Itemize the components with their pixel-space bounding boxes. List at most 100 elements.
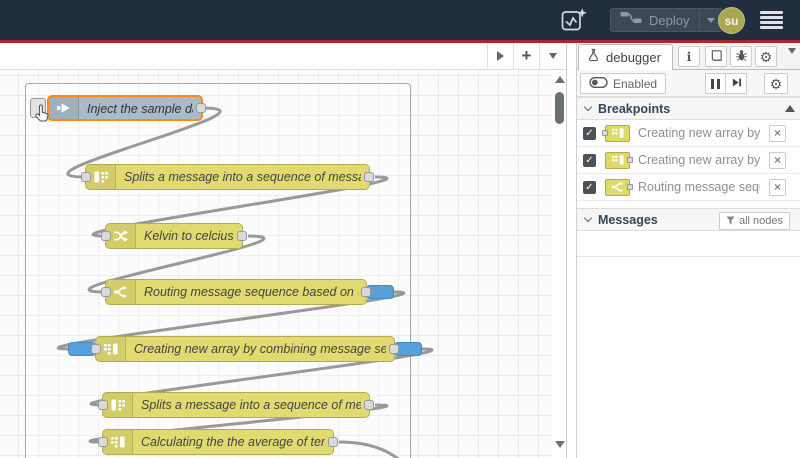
tab-help-button[interactable] — [705, 46, 727, 67]
flow-canvas[interactable]: Inject the sample data Splits a message … — [0, 70, 552, 458]
node-switch[interactable]: Routing message sequence based on condit… — [101, 279, 394, 305]
cursor-hand-icon — [33, 104, 50, 128]
breakpoint-row[interactable]: ✓ Creating new array by combining messag… — [577, 147, 800, 174]
breakpoint-row[interactable]: ✓ Creating new array by combining messag… — [577, 120, 800, 147]
gear-icon: ⚙ — [759, 48, 773, 65]
node-label: Routing message sequence based on condit… — [144, 285, 358, 299]
node-split[interactable]: Splits a message into a sequence of mess… — [98, 392, 374, 418]
input-port[interactable] — [98, 437, 108, 447]
breakpoint-checkbox[interactable]: ✓ — [583, 126, 596, 140]
breakpoints-section-header[interactable]: Breakpoints — [577, 97, 800, 120]
node-change[interactable]: Kelvin to celcius — [101, 223, 247, 249]
scroll-up-arrow[interactable] — [555, 76, 565, 83]
pause-icon — [711, 78, 720, 89]
book-icon — [710, 49, 723, 65]
enabled-label: Enabled — [613, 76, 658, 91]
gear-icon: ⚙ — [769, 75, 783, 92]
deploy-label: Deploy — [649, 12, 690, 28]
node-join-average[interactable]: Calculating the the average of temperatu… — [98, 429, 338, 455]
chevron-down-icon — [583, 213, 593, 223]
messages-empty-area — [577, 231, 800, 257]
flow-list-button[interactable] — [539, 43, 565, 69]
node-label: Creating new array by combining message … — [134, 342, 386, 356]
main-header: Deploy su — [0, 0, 800, 40]
plus-icon: + — [521, 45, 532, 65]
messages-section-header[interactable]: Messages all nodes — [577, 208, 800, 231]
output-port[interactable] — [364, 172, 374, 182]
sidebar-scroll-up-arrow[interactable] — [785, 105, 795, 112]
sidebar-splitter[interactable] — [566, 43, 577, 458]
node-split[interactable]: Splits a message into a sequence of mess… — [81, 164, 374, 190]
info-icon: i — [686, 49, 692, 64]
breakpoint-label: Creating new array by combining message … — [638, 126, 760, 140]
output-port[interactable] — [361, 287, 371, 297]
switch-node-icon — [605, 178, 633, 196]
add-flow-button[interactable]: + — [513, 43, 539, 69]
tab-config-button[interactable]: ⚙ — [755, 46, 777, 67]
tab-debug-button[interactable] — [730, 46, 752, 67]
main-menu-button[interactable] — [760, 11, 783, 29]
tab-debugger[interactable]: debugger — [578, 44, 673, 70]
step-button[interactable] — [726, 73, 747, 94]
input-port[interactable] — [101, 287, 111, 297]
step-icon — [731, 75, 742, 93]
flask-icon — [587, 48, 600, 67]
arrow-right-icon — [497, 51, 504, 61]
join-node-icon — [602, 124, 630, 142]
chevron-down-icon — [788, 48, 796, 71]
input-port[interactable] — [101, 231, 111, 241]
output-port[interactable] — [196, 103, 206, 113]
node-label: Calculating the the average of temperatu… — [141, 435, 325, 449]
node-join[interactable]: Creating new array by combining message … — [68, 336, 422, 362]
input-port[interactable] — [81, 172, 91, 182]
remove-breakpoint-button[interactable]: × — [769, 152, 786, 169]
user-avatar[interactable]: su — [718, 7, 745, 34]
scroll-down-arrow[interactable] — [555, 441, 565, 448]
breakpoints-title: Breakpoints — [598, 101, 671, 116]
messages-title: Messages — [598, 212, 658, 227]
debugger-enabled-toggle[interactable]: Enabled — [580, 73, 667, 94]
remove-breakpoint-button[interactable]: × — [769, 179, 786, 196]
inject-icon — [49, 97, 79, 119]
breakpoint-label: Creating new array by combining message … — [638, 153, 760, 167]
node-red-app: Deploy su + Inject the sample d Splits a… — [0, 0, 800, 458]
tab-info-button[interactable]: i — [678, 46, 700, 67]
debugger-toolbar: Enabled ⚙ — [577, 70, 800, 97]
breakpoint-row[interactable]: ✓ Routing message sequence based on cond… — [577, 174, 800, 201]
hamburger-icon — [760, 11, 783, 14]
bug-icon — [735, 49, 748, 65]
wire[interactable] — [338, 440, 423, 458]
tab-scroll-right-button[interactable] — [487, 43, 513, 69]
breakpoint-checkbox[interactable]: ✓ — [583, 153, 596, 167]
ai-assistant-icon[interactable] — [560, 7, 588, 34]
node-label: Splits a message into a sequence of mess… — [124, 170, 361, 184]
canvas-scrollbar — [552, 70, 566, 458]
workspace-tabbar: + — [0, 43, 566, 70]
funnel-icon — [726, 212, 735, 230]
sidebar: debugger i ⚙ Enabled ⚙ Breakpoints ✓ Cre… — [577, 43, 800, 458]
sidebar-tabbar: debugger i ⚙ — [577, 43, 800, 71]
breakpoint-label: Routing message sequence based on condit… — [638, 180, 760, 194]
input-port[interactable] — [91, 344, 101, 354]
message-filter-button[interactable]: all nodes — [718, 211, 790, 230]
node-label: Splits a message into a sequence of mess… — [141, 398, 361, 412]
output-port[interactable] — [237, 231, 247, 241]
node-label: Kelvin to celcius — [144, 229, 234, 243]
input-port[interactable] — [98, 400, 108, 410]
deploy-button[interactable]: Deploy — [610, 8, 724, 32]
node-label: Inject the sample data — [87, 102, 193, 116]
tab-debugger-label: debugger — [606, 50, 661, 65]
scrollbar-thumb[interactable] — [555, 92, 564, 124]
output-port-marker — [627, 184, 633, 190]
breakpoint-checkbox[interactable]: ✓ — [583, 180, 596, 194]
debugger-settings-button[interactable]: ⚙ — [764, 73, 788, 94]
node-inject[interactable]: Inject the sample data — [47, 95, 206, 121]
output-port[interactable] — [364, 400, 374, 410]
output-port[interactable] — [389, 344, 399, 354]
output-port[interactable] — [328, 437, 338, 447]
pause-button[interactable] — [705, 73, 726, 94]
remove-breakpoint-button[interactable]: × — [769, 125, 786, 142]
toggle-on-icon — [589, 75, 608, 93]
chevron-down-icon — [583, 102, 593, 112]
input-port-marker — [602, 130, 608, 136]
